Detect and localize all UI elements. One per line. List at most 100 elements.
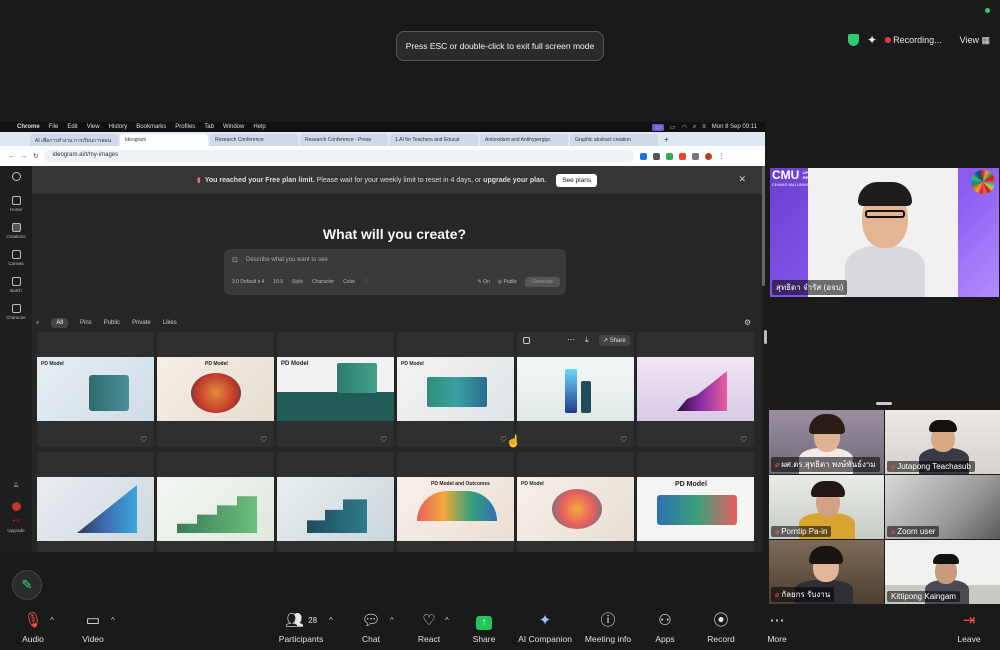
more-options-icon[interactable]: ⋯ xyxy=(567,335,575,344)
more-button[interactable]: ⋯ More xyxy=(762,612,792,644)
chat-options-caret[interactable]: ^ xyxy=(390,616,394,625)
upgrade-plan-link[interactable]: upgrade your plan. xyxy=(483,177,546,184)
apps-button[interactable]: ⚇ Apps xyxy=(650,612,680,644)
magic-prompt-toggle[interactable]: ✎ On xyxy=(477,279,489,285)
image-card[interactable] xyxy=(277,452,394,552)
image-card[interactable]: PD Model xyxy=(517,452,634,552)
profile-avatar[interactable] xyxy=(705,152,713,160)
extension-icon[interactable] xyxy=(653,152,661,160)
menu-file[interactable]: File xyxy=(49,124,59,130)
menu-edit[interactable]: Edit xyxy=(67,124,77,130)
scrollbar[interactable] xyxy=(762,166,765,286)
participant-tile[interactable]: ⌀ ผศ.ดร.สุทธิดา พงษ์พันธ์งาม xyxy=(769,410,884,474)
video-button[interactable]: ▭ Video xyxy=(78,612,108,644)
filter-all[interactable]: All xyxy=(51,318,69,328)
image-card[interactable] xyxy=(37,452,154,552)
ideogram-logo-icon[interactable] xyxy=(0,172,32,183)
share-screen-button[interactable]: ↑ Share xyxy=(469,612,499,644)
react-options-caret[interactable]: ^ xyxy=(445,616,449,625)
heart-icon[interactable]: ♡ xyxy=(260,435,267,444)
menu-help[interactable]: Help xyxy=(253,124,265,130)
image-card[interactable]: ♡ xyxy=(637,332,754,447)
participant-tile[interactable]: ⌀ กัลยกร รับงาน xyxy=(769,540,884,604)
menu-view[interactable]: View xyxy=(87,124,100,130)
filter-pins[interactable]: Pins xyxy=(80,320,92,326)
image-card[interactable]: PD Model ♡ xyxy=(397,332,514,447)
character-selector[interactable]: Character xyxy=(312,279,334,285)
user-avatar[interactable] xyxy=(0,502,32,513)
participant-tile[interactable]: ⌀ Jutapong Teachasub xyxy=(885,410,1000,474)
color-selector[interactable]: Color xyxy=(343,279,355,285)
leave-button[interactable]: ⇥ Leave xyxy=(954,612,984,644)
aspect-ratio-selector[interactable]: 16:9 xyxy=(273,279,283,285)
zoom-status-icon[interactable]: ▭ xyxy=(652,123,664,131)
generate-button[interactable]: Generate xyxy=(525,277,560,287)
heart-icon[interactable]: ♡ xyxy=(620,435,627,444)
security-shield-icon[interactable] xyxy=(848,34,860,46)
browser-tab[interactable]: AI เพื่อการทำงาน การเรียนการสอน xyxy=(30,134,118,146)
see-plans-button[interactable]: See plans xyxy=(556,173,598,187)
upgrade-link[interactable]: Upgrade xyxy=(0,528,32,533)
heart-icon[interactable]: ♡ xyxy=(740,435,747,444)
participants-options-caret[interactable]: ^ xyxy=(329,616,333,625)
ai-companion-button[interactable]: ✦ AI Companion xyxy=(514,612,576,644)
react-button[interactable]: ♡ React xyxy=(414,612,444,644)
meeting-info-button[interactable]: ⓘ Meeting info xyxy=(580,612,636,644)
record-button[interactable]: ⦿ Record xyxy=(704,612,738,644)
participants-button[interactable]: 👥︎ 28 Participants xyxy=(276,612,326,644)
notifications-icon[interactable]: 🔔︎ xyxy=(0,482,32,488)
browser-tab[interactable]: 1.AI for Teachers and Educat xyxy=(390,134,478,146)
browser-tab[interactable]: Research Conference - Prese xyxy=(300,134,388,146)
menu-chrome[interactable]: Chrome xyxy=(17,124,40,130)
filter-private[interactable]: Private xyxy=(132,320,151,326)
image-card-hovered[interactable]: ⋯ ⤓ ↗ Share ♡ xyxy=(517,332,634,447)
ai-sparkle-icon[interactable]: ✦ xyxy=(867,33,877,47)
wifi-icon[interactable]: ◠ xyxy=(682,124,687,131)
extension-icon[interactable] xyxy=(679,152,687,160)
menu-history[interactable]: History xyxy=(109,124,128,130)
image-card[interactable]: PD Model xyxy=(637,452,754,552)
visibility-toggle[interactable]: ◎ Public xyxy=(498,279,517,285)
close-icon[interactable]: ✕ xyxy=(738,174,746,185)
search-icon[interactable]: ⌕ xyxy=(36,320,39,327)
view-button[interactable]: View ▦ xyxy=(960,35,990,46)
browser-tab[interactable]: Antioxidant and Antihyperglyc xyxy=(480,134,568,146)
sidebar-item-canvas[interactable]: Canvas xyxy=(0,250,32,266)
image-card[interactable]: PD Model ♡ xyxy=(277,332,394,447)
image-card[interactable] xyxy=(157,452,274,552)
forward-icon[interactable]: → xyxy=(21,153,28,160)
new-tab-icon[interactable]: + xyxy=(660,135,673,146)
back-icon[interactable]: ← xyxy=(8,153,15,160)
menu-window[interactable]: Window xyxy=(223,124,244,130)
battery-icon[interactable]: ▭ xyxy=(670,124,676,131)
browser-menu-icon[interactable]: ⋮ xyxy=(718,152,725,160)
sidebar-item-creations[interactable]: Creations xyxy=(0,223,32,239)
address-bar[interactable]: ideogram.ai/t/my-images xyxy=(44,150,635,162)
browser-tab[interactable]: Graphic abstract creation xyxy=(570,134,658,146)
participant-tile-speaker[interactable]: CMU UPSKILLS RESKILLS CHIANG MAI UNIVERS… xyxy=(770,168,999,297)
control-center-icon[interactable]: ≡ xyxy=(702,124,706,131)
search-icon[interactable]: ⌕ xyxy=(693,124,696,131)
extension-icon[interactable] xyxy=(692,152,700,160)
prompt-input[interactable]: Describe what you want to see xyxy=(246,257,328,263)
image-card[interactable]: PD Model ♡ xyxy=(37,332,154,447)
download-icon[interactable]: ⤓ xyxy=(585,335,589,345)
heart-icon[interactable]: ♡ xyxy=(140,435,147,444)
participant-tile[interactable]: ⌀ Zoom user xyxy=(885,475,1000,539)
browser-tab[interactable]: Research Conference xyxy=(210,134,298,146)
prompt-box[interactable]: ⊡ Describe what you want to see 3.0 Defa… xyxy=(224,249,566,295)
panel-drag-handle[interactable] xyxy=(876,402,892,405)
image-card[interactable]: PD Model and Outcomes xyxy=(397,452,514,552)
reload-icon[interactable]: ↻ xyxy=(33,152,38,160)
filter-public[interactable]: Public xyxy=(104,320,120,326)
share-button[interactable]: ↗ Share xyxy=(599,335,630,346)
heart-icon[interactable]: ♡ xyxy=(380,435,387,444)
audio-options-caret[interactable]: ^ xyxy=(50,616,54,625)
image-card[interactable]: PD Model ♡ xyxy=(157,332,274,447)
participant-tile[interactable]: Kittipong Kaingam xyxy=(885,540,1000,604)
browser-tab-active[interactable]: Ideogram xyxy=(120,134,208,146)
extension-icon[interactable] xyxy=(640,152,648,160)
select-checkbox[interactable] xyxy=(523,337,530,344)
image-upload-icon[interactable]: ⊡ xyxy=(232,256,238,264)
chat-button[interactable]: 💬︎ Chat xyxy=(356,612,386,644)
